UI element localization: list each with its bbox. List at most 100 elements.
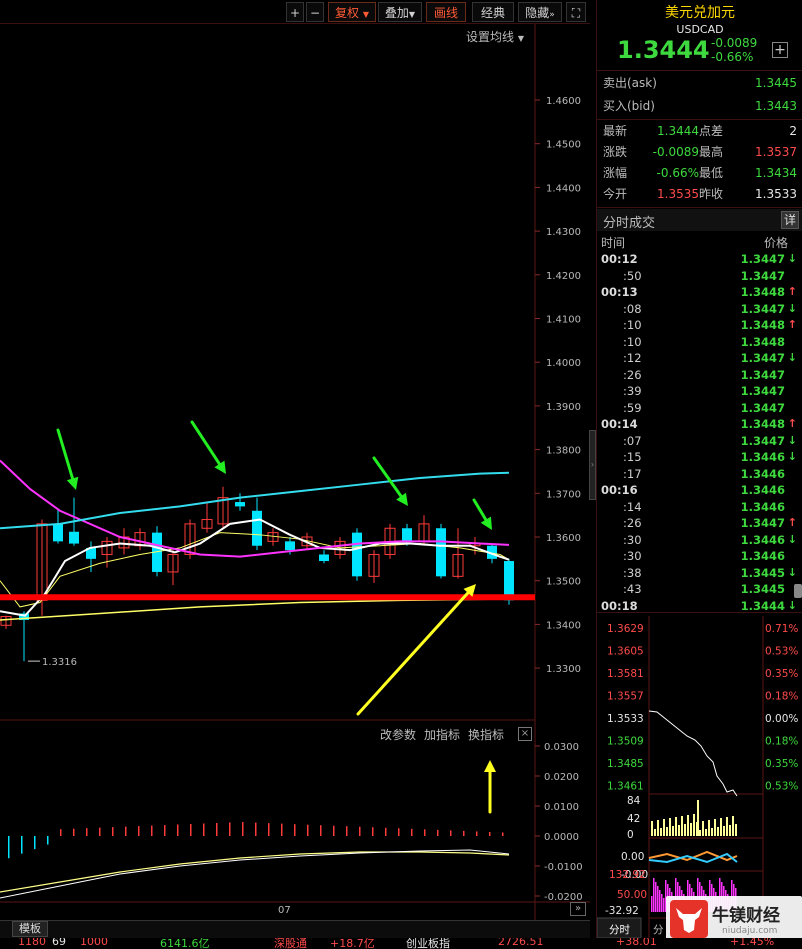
tick-row: :12 1.3447 ↓ [601, 351, 797, 368]
mini-pct-label: 0.53% [765, 646, 798, 658]
ask-value: 1.3445 [755, 76, 797, 90]
stat-value: 1.3444 [657, 124, 699, 138]
ma-yellow-long-line [0, 598, 510, 621]
set-ma-button[interactable]: 设置均线 ▼ [466, 28, 524, 45]
zoom-out-button[interactable]: − [306, 2, 324, 22]
mini-volume-bar [729, 825, 731, 836]
chart-toolbar: + − 复权 ▼ 叠加▼ 画线 经典 隐藏» ⛶ [0, 0, 590, 24]
instrument-title: 美元兑加元 [665, 5, 735, 21]
chevron-down-icon: ▼ [517, 34, 524, 43]
mini-volume-bar [693, 814, 695, 836]
arrow-down-icon: ↓ [787, 565, 797, 579]
tick-row: :15 1.3446 ↓ [601, 450, 797, 467]
mini-volume-bar [699, 830, 701, 836]
price-change: -0.0089 [711, 36, 758, 50]
osc-bar-down [8, 836, 10, 859]
osc-bar-up [411, 828, 413, 836]
osc-signal-line [0, 851, 510, 893]
osc-bar-up [73, 828, 75, 836]
add-watchlist-button[interactable]: + [772, 42, 788, 58]
mini-volume-bar [660, 828, 662, 836]
mini-ind2-bar [663, 898, 665, 912]
mini-ind2-bar [659, 890, 661, 912]
osc-bar-up [450, 830, 452, 836]
osc-tick-label: 0.0300 [544, 742, 579, 753]
last-price: 1.3444 [617, 36, 710, 64]
tick-row: :17 1.3446 [601, 467, 797, 484]
osc-bar-up [463, 830, 465, 836]
tick-price: 1.3447 [740, 301, 785, 316]
close-icon[interactable]: × [518, 727, 532, 741]
tick-row: :26 1.3447 ↑ [601, 516, 797, 533]
mini-volume-bar [675, 817, 677, 836]
watermark-url: niudaju.com [722, 926, 778, 936]
osc-tick-label: -0.0100 [544, 862, 583, 873]
osc-bar-up [346, 826, 348, 836]
mini-volume-bar [723, 826, 725, 836]
mini-volume-bar [702, 821, 704, 836]
tick-price: 1.3446 [740, 483, 785, 497]
scroll-forward-button[interactable]: » [570, 902, 586, 916]
divider [597, 70, 802, 71]
fullscreen-icon[interactable]: ⛶ [566, 2, 586, 22]
tick-time: :26 [623, 367, 642, 382]
green-arrow-icon-head [396, 492, 408, 506]
tick-row: :10 1.3448 [601, 335, 797, 352]
quote-panel: 美元兑加元 USDCAD 1.3444 -0.0089 -0.66% + 卖出(… [596, 0, 802, 949]
status-item: +1.45% [730, 938, 775, 948]
mini-pct-label: 0.71% [765, 623, 798, 635]
green-arrow-icon-shaft [472, 498, 488, 522]
tick-row: :30 1.3446 [601, 549, 797, 566]
tick-price: 1.3445 [740, 565, 785, 580]
arrow-down-icon: ↓ [787, 252, 797, 265]
arrow-up-icon: ↑ [787, 516, 797, 529]
edit-params-button[interactable]: 改参数 [380, 728, 416, 742]
candle-down [319, 554, 329, 562]
template-tab[interactable]: 模板 [12, 921, 48, 937]
fuquan-button[interactable]: 复权 ▼ [328, 2, 376, 22]
tick-price: 1.3447 [740, 516, 785, 530]
mini-ind2-bar [661, 894, 663, 912]
panel-resize-handle[interactable]: › [589, 430, 596, 500]
tick-time: :12 [623, 351, 642, 365]
mini-volume-bar [705, 829, 707, 836]
yincang-button[interactable]: 隐藏» [518, 2, 562, 22]
mini-pct-label: 0.35% [765, 668, 798, 680]
mini-price-label: 1.3557 [607, 691, 644, 703]
osc-bar-up [99, 827, 101, 836]
tick-row: :38 1.3445 ↓ [601, 566, 797, 583]
diejia-button[interactable]: 叠加▼ [378, 2, 422, 22]
osc-bar-up [177, 824, 179, 836]
mini-volume-bar [687, 815, 689, 836]
tick-time: :50 [623, 268, 642, 283]
low-price-label: 1.3316 [42, 657, 77, 668]
tick-time: 00:16 [601, 483, 638, 497]
tick-time: :07 [623, 433, 642, 448]
fuquan-label: 复权 [335, 6, 360, 20]
zoom-in-button[interactable]: + [286, 2, 304, 22]
market-status-bar: 1180 69 1000 6141.6亿 深股通 +18.7亿 创业板指 2726.51 +38… [0, 938, 802, 949]
change-indicator-button[interactable]: 换指标 [468, 728, 504, 742]
ticks-scrollbar[interactable] [794, 584, 802, 598]
tick-time: 00:12 [601, 252, 638, 266]
mini-tab-fenshi: 分时 [609, 924, 630, 936]
tick-price: 1.3444 [740, 598, 785, 613]
mini-volume-bar [717, 827, 719, 836]
jingdian-button[interactable]: 经典 [472, 2, 514, 22]
add-indicator-button[interactable]: 加指标 [424, 728, 460, 742]
tick-row: :39 1.3447 [601, 384, 797, 401]
ticks-detail-button[interactable]: 详 [781, 211, 799, 229]
green-arrow-icon-head [66, 476, 79, 490]
mini-price-label: 1.3461 [607, 781, 644, 793]
mini-volume-bar [697, 800, 699, 836]
mini-volume-bar [657, 820, 659, 836]
mini-ind2-bar [651, 896, 653, 912]
osc-bar-up [372, 827, 374, 836]
osc-bar-up [268, 823, 270, 836]
huaxian-button[interactable]: 画线 [426, 2, 466, 22]
osc-bar-up [489, 831, 491, 836]
osc-bar-up [216, 822, 218, 836]
kline-chart[interactable]: 1.4600 1.4500 1.4400 1.4300 1.4200 1.4100 1.40… [0, 24, 590, 924]
tick-row: 00:13 1.3448 ↑ [601, 285, 797, 302]
tick-price: 1.3447 [740, 351, 785, 365]
